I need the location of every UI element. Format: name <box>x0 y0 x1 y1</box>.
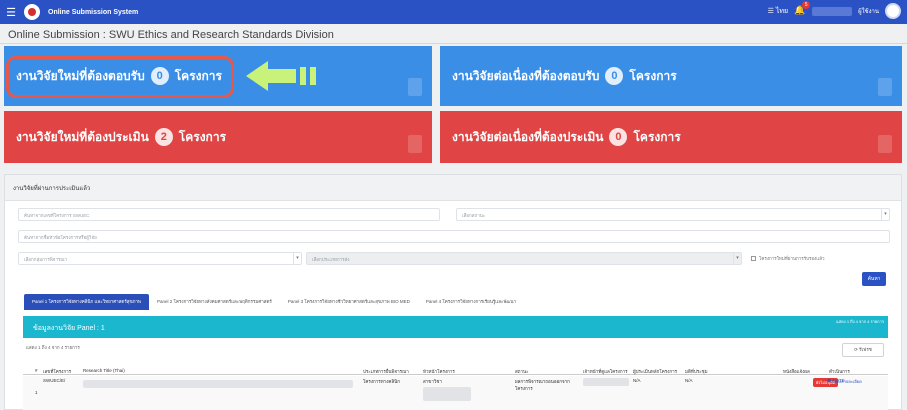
language-toggle[interactable]: ☰ ไทย <box>768 6 788 17</box>
status-select[interactable]: เลือกสถานะ ▾ <box>456 208 890 221</box>
row-status: ผลการพิจารณาถอนออกจากโครงการ <box>515 379 570 391</box>
approved-checkbox[interactable]: โครงการใหม่ที่ผ่านการรับรองแล้ว <box>751 255 825 262</box>
data-panel-header: ข้อมูลงานวิจัย Panel : 1 แสดง 1 ถึง 4 จา… <box>23 316 888 338</box>
document-icon <box>408 78 422 96</box>
page-title: Online Submission : SWU Ethics and Resea… <box>8 29 334 41</box>
tab-panel-2[interactable]: Panel 2 โครงการวิจัยทางสังคมศาสตร์และพฤต… <box>149 294 280 310</box>
card-unit: โครงการ <box>178 129 227 144</box>
col-type: ประเภทการยื่นพิจารณา <box>363 369 409 374</box>
tab-panel-3[interactable]: Panel 3 โครงการวิจัยทางชีววิทยาศาสตร์และ… <box>280 294 418 310</box>
row-pi: สาขาวิชา <box>423 379 442 384</box>
count-badge: 0 <box>609 128 628 146</box>
card-unit: โครงการ <box>629 68 677 83</box>
data-panel-count: แสดง 1 ถึง 4 จาก 4 รายการ <box>836 319 884 324</box>
document-icon <box>878 78 892 96</box>
bell-icon[interactable]: 🔔 5 <box>794 1 811 17</box>
row-type: โครงการทางคลินิก <box>363 379 400 384</box>
row-title-redacted <box>83 380 353 388</box>
tab-panel-1[interactable]: Panel 1 โครงการวิจัยทางคลินิก และวิทยาศา… <box>24 294 150 310</box>
card-unit: โครงการ <box>633 129 681 144</box>
logo <box>24 4 40 20</box>
type-select-value: เลือกประเภทการส่ง <box>312 257 350 262</box>
checkbox-box[interactable] <box>751 256 756 261</box>
title-search-input[interactable]: ค้นหาจากชื่อหัวข้อโครงการหรือผู้วิจัย <box>18 230 890 243</box>
checkbox-label: โครงการใหม่ที่ผ่านการรับรองแล้ว <box>759 256 825 261</box>
row-code: SWUEC/E/ <box>43 378 66 383</box>
col-resolution: มติที่ประชุม <box>685 369 708 374</box>
row-reviewer: N/A <box>633 378 641 383</box>
refresh-button[interactable]: ⟳ รีเฟรช <box>842 343 884 357</box>
col-officer: เจ้าหน้าที่ดูแลโครงการ <box>583 369 628 374</box>
card-new-to-evaluate[interactable]: งานวิจัยใหม่ที่ต้องประเมิน 2 โครงการ <box>4 111 432 163</box>
user-name-redacted <box>812 6 853 16</box>
row-index: 1 <box>35 390 38 395</box>
col-action: ดำเนินการ <box>829 369 850 374</box>
details-link[interactable]: ⓘ แสดงรายละเอียด <box>827 378 862 385</box>
divider <box>0 43 907 44</box>
group-select-value: เลือกกลุ่มการพิจารณา <box>24 257 68 262</box>
search-button[interactable]: ค้นหา <box>862 272 886 286</box>
table-row[interactable]: 1 SWUEC/E/ โครงการทางคลินิก สาขาวิชา ผลก… <box>23 376 888 410</box>
col-index: # <box>35 368 38 373</box>
col-reviewer: ผู้ประเมินหลักโครงการ <box>633 369 678 374</box>
count-badge: 0 <box>605 67 624 85</box>
code-search-input[interactable]: ค้นหาจากเลขที่โครงการ SWUEC <box>18 208 440 221</box>
card-continuing-to-respond[interactable]: งานวิจัยต่อเนื่องที่ต้องตอบรับ 0 โครงการ <box>440 46 902 106</box>
arrow-left-icon <box>246 61 316 91</box>
table-header: # เลขที่โครงการ Research Title (Thai) ปร… <box>23 366 888 375</box>
highlight-outline <box>6 56 234 98</box>
col-code: เลขที่โครงการ <box>43 369 72 374</box>
group-select[interactable]: เลือกกลุ่มการพิจารณา ▾ <box>18 252 302 265</box>
record-count: แสดง 1 ถึง 4 จาก 4 รายการ <box>26 345 80 350</box>
chevron-down-icon: ▾ <box>733 253 741 264</box>
user-label[interactable]: ผู้ใช้งาน <box>858 6 879 16</box>
menu-icon[interactable]: ☰ <box>4 6 18 19</box>
chevron-down-icon: ▾ <box>293 253 301 264</box>
top-navbar: ☰ Online Submission System ☰ ไทย 🔔 5 ผู้ใ… <box>0 0 907 24</box>
tab-panel-4[interactable]: Panel 4 โครงการวิจัยทางการเรียนรู้และพัฒ… <box>418 294 524 310</box>
card-label: งานวิจัยใหม่ที่ต้องประเมิน <box>16 129 149 144</box>
status-select-value: เลือกสถานะ <box>462 213 486 218</box>
data-panel-title: ข้อมูลงานวิจัย Panel : 1 <box>33 325 105 332</box>
document-icon <box>878 135 892 153</box>
chevron-down-icon: ▾ <box>881 209 889 220</box>
panel-title: งานวิจัยที่ผ่านการประเมินแล้ว <box>5 175 901 201</box>
count-badge: 2 <box>154 128 173 146</box>
card-label: งานวิจัยต่อเนื่องที่ต้องประเมิน <box>452 129 604 144</box>
card-label: งานวิจัยต่อเนื่องที่ต้องตอบรับ <box>452 68 600 83</box>
col-status: สถานะ <box>515 369 529 374</box>
row-officer-redacted <box>583 378 629 386</box>
app-title: Online Submission System <box>48 8 139 16</box>
avatar[interactable] <box>885 3 901 19</box>
row-resolution: N/A <box>685 378 693 383</box>
col-pi: หัวหน้าโครงการ <box>423 369 455 374</box>
col-title: Research Title (Thai) <box>83 368 125 373</box>
notification-badge: 5 <box>802 1 811 9</box>
type-select[interactable]: เลือกประเภทการส่ง ▾ <box>306 252 742 265</box>
card-continuing-to-evaluate[interactable]: งานวิจัยต่อเนื่องที่ต้องประเมิน 0 โครงการ <box>440 111 902 163</box>
col-letter: หนังสือแจ้งผล <box>783 369 810 374</box>
document-icon <box>408 135 422 153</box>
panel-tabs: Panel 1 โครงการวิจัยทางคลินิก และวิทยาศา… <box>24 294 524 310</box>
row-pi-redacted <box>423 387 471 401</box>
